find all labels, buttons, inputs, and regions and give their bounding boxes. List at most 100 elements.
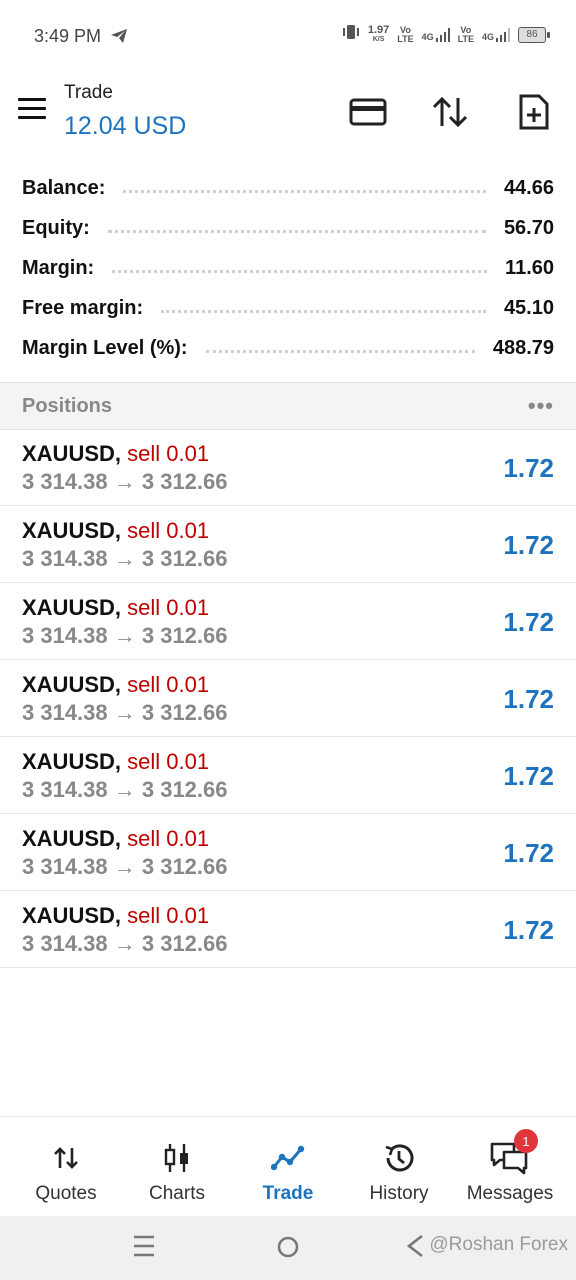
telegram-icon — [110, 28, 128, 49]
nav-label: Trade — [262, 1183, 314, 1204]
summary-label: Balance: — [22, 176, 106, 199]
position-profit: 1.72 — [503, 761, 554, 791]
position-symbol: XAUUSD, — [22, 903, 122, 928]
page-title: Trade — [64, 82, 113, 103]
position-row[interactable]: XAUUSD, sell 0.01 3 314.38 → 3 312.66 1.… — [0, 429, 576, 506]
summary-value: 488.79 — [492, 336, 554, 359]
position-symbol: XAUUSD, — [22, 749, 122, 774]
back-icon[interactable] — [404, 1232, 426, 1265]
summary-label: Equity: — [22, 216, 90, 239]
position-side: sell 0.01 — [127, 903, 210, 928]
position-side: sell 0.01 — [127, 826, 210, 851]
position-prices: 3 314.38 → 3 312.66 — [22, 854, 228, 879]
summary-label: Margin: — [22, 256, 95, 279]
positions-header: Positions ••• — [0, 382, 576, 430]
menu-icon[interactable] — [18, 98, 46, 122]
position-prices: 3 314.38 → 3 312.66 — [22, 700, 228, 725]
positions-list: XAUUSD, sell 0.01 3 314.38 → 3 312.66 1.… — [0, 429, 576, 968]
sim2-net: 4G — [481, 31, 494, 42]
position-symbol: XAUUSD, — [22, 595, 122, 620]
position-prices: 3 314.38 → 3 312.66 — [22, 777, 228, 802]
app-header: Trade 12.04 USD — [0, 76, 576, 160]
status-indicators: 1.97 K/S Vo LTE 4G Vo LTE 4G 86 — [342, 23, 550, 45]
summary-value: 44.66 — [503, 176, 554, 199]
nav-messages[interactable]: 1 Messages — [454, 1117, 566, 1217]
recent-apps-icon[interactable] — [132, 1232, 156, 1265]
bottom-nav: Quotes Charts Trade History 1 Messages — [0, 1116, 576, 1217]
nav-label: Quotes — [35, 1183, 97, 1204]
history-icon — [382, 1141, 416, 1175]
summary-row-margin: Margin: 11.60 — [22, 248, 554, 288]
position-side: sell 0.01 — [127, 518, 210, 543]
sort-icon[interactable] — [430, 92, 470, 132]
nav-label: Messages — [466, 1183, 554, 1204]
sim1-net: 4G — [421, 31, 434, 42]
profit-total: 12.04 USD — [64, 112, 187, 140]
summary-value: 56.70 — [503, 216, 554, 239]
sim1-lte: LTE — [397, 33, 414, 44]
nav-charts[interactable]: Charts — [121, 1117, 233, 1217]
sim2-signal: 4G — [481, 27, 510, 42]
messages-badge: 1 — [514, 1129, 538, 1153]
position-symbol: XAUUSD, — [22, 826, 122, 851]
dot-leader — [123, 189, 486, 193]
position-symbol: XAUUSD, — [22, 518, 122, 543]
status-time: 3:49 PM — [34, 26, 102, 46]
more-options-icon[interactable]: ••• — [528, 393, 554, 419]
dot-leader — [205, 349, 475, 353]
position-prices: 3 314.38 → 3 312.66 — [22, 623, 228, 648]
summary-row-equity: Equity: 56.70 — [22, 208, 554, 248]
nav-quotes[interactable]: Quotes — [10, 1117, 122, 1217]
battery-icon: 86 — [518, 26, 550, 43]
summary-row-free-margin: Free margin: 45.10 — [22, 288, 554, 328]
position-row[interactable]: XAUUSD, sell 0.01 3 314.38 → 3 312.66 1.… — [0, 506, 576, 583]
dot-leader — [161, 309, 486, 313]
position-prices: 3 314.38 → 3 312.66 — [22, 469, 228, 494]
position-side: sell 0.01 — [127, 595, 210, 620]
summary-row-balance: Balance: 44.66 — [22, 168, 554, 208]
summary-value: 45.10 — [503, 296, 554, 319]
net-speed-value: 1.97 — [367, 23, 390, 36]
new-order-icon[interactable] — [514, 92, 554, 132]
nav-label: History — [369, 1183, 429, 1204]
nav-history[interactable]: History — [343, 1117, 455, 1217]
sim1-volte: Vo LTE — [397, 25, 414, 44]
quotes-icon — [52, 1141, 80, 1175]
dot-leader — [107, 229, 486, 233]
position-prices: 3 314.38 → 3 312.66 — [22, 931, 228, 956]
position-profit: 1.72 — [503, 453, 554, 483]
position-row[interactable]: XAUUSD, sell 0.01 3 314.38 → 3 312.66 1.… — [0, 891, 576, 968]
candlestick-icon — [163, 1141, 191, 1175]
positions-title: Positions — [22, 395, 113, 417]
position-profit: 1.72 — [503, 915, 554, 945]
net-speed-unit: K/S — [372, 35, 385, 43]
nav-trade[interactable]: Trade — [232, 1117, 344, 1217]
deposit-card-icon[interactable] — [348, 92, 388, 132]
home-icon[interactable] — [276, 1232, 300, 1265]
sim1-signal: 4G — [421, 27, 450, 42]
summary-label: Free margin: — [22, 296, 144, 319]
position-symbol: XAUUSD, — [22, 672, 122, 697]
position-symbol: XAUUSD, — [22, 441, 122, 466]
summary-value: 11.60 — [505, 256, 554, 279]
position-side: sell 0.01 — [127, 672, 210, 697]
sim2-volte: Vo LTE — [457, 25, 474, 44]
position-row[interactable]: XAUUSD, sell 0.01 3 314.38 → 3 312.66 1.… — [0, 814, 576, 891]
sim2-lte: LTE — [457, 33, 474, 44]
position-profit: 1.72 — [503, 530, 554, 560]
position-side: sell 0.01 — [127, 441, 210, 466]
position-prices: 3 314.38 → 3 312.66 — [22, 546, 228, 571]
vibrate-icon — [342, 24, 360, 45]
position-profit: 1.72 — [503, 684, 554, 714]
trade-line-icon — [271, 1141, 305, 1175]
position-row[interactable]: XAUUSD, sell 0.01 3 314.38 → 3 312.66 1.… — [0, 660, 576, 737]
position-row[interactable]: XAUUSD, sell 0.01 3 314.38 → 3 312.66 1.… — [0, 737, 576, 814]
summary-row-margin-level: Margin Level (%): 488.79 — [22, 328, 554, 368]
net-speed: 1.97 K/S — [367, 23, 390, 44]
position-side: sell 0.01 — [127, 749, 210, 774]
signal-icon — [496, 27, 510, 42]
position-row[interactable]: XAUUSD, sell 0.01 3 314.38 → 3 312.66 1.… — [0, 583, 576, 660]
dot-leader — [112, 269, 488, 273]
position-profit: 1.72 — [503, 838, 554, 868]
watermark: @Roshan Forex — [429, 1234, 568, 1255]
